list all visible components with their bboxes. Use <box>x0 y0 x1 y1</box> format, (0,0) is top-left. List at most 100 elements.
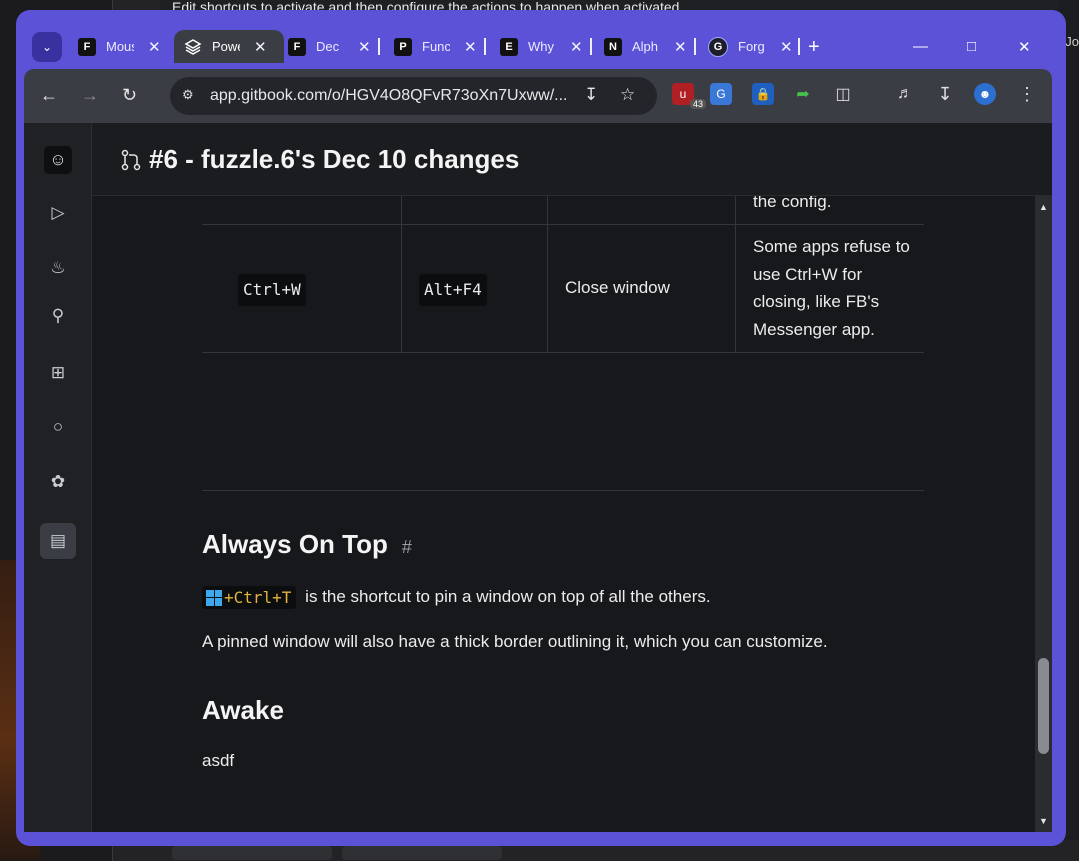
tab-separator <box>378 38 380 55</box>
profile-avatar[interactable]: ☻ <box>974 83 996 105</box>
minimize-icon[interactable]: — <box>913 38 928 55</box>
shortcut-code: Ctrl+W <box>238 274 306 306</box>
tab-title: Func <box>422 39 450 54</box>
table-cell-replacement: Alt+F4 <box>419 274 487 306</box>
paragraph-border: A pinned window will also have a thick b… <box>202 632 828 651</box>
shortcut-code: Alt+F4 <box>419 274 487 306</box>
table-divider <box>401 196 402 353</box>
table-row-border <box>202 352 924 353</box>
page-content: the config. Ctrl+W Alt+F4 Close window S… <box>92 196 1035 832</box>
scrollbar-thumb[interactable] <box>1038 658 1049 754</box>
close-icon[interactable]: ✕ <box>570 38 583 56</box>
tab-favicon: N <box>604 37 622 56</box>
tab-favicon: G <box>708 36 728 57</box>
table-cell-note: Some apps refuse to use Ctrl+W for closi… <box>753 237 910 339</box>
table-cell-default: Ctrl+W <box>238 274 306 306</box>
heading-always-on-top: Always On Top # <box>202 529 412 560</box>
tab-favicon: F <box>288 37 306 56</box>
ublock-extension-icon[interactable]: u 43 <box>672 83 707 109</box>
site-settings-icon[interactable]: ⚙ <box>182 87 198 103</box>
close-icon[interactable]: ✕ <box>358 38 371 56</box>
tab-why[interactable]: E Why ✕ <box>500 30 583 63</box>
tab-separator <box>798 38 800 55</box>
install-app-icon[interactable]: ↧ <box>584 85 598 105</box>
scroll-down-arrow-icon[interactable]: ▼ <box>1039 816 1048 826</box>
heading-anchor-link[interactable]: # <box>402 537 412 557</box>
paragraph-text: is the shortcut to pin a window on top o… <box>305 586 711 606</box>
maximize-icon[interactable]: □ <box>967 38 976 55</box>
scroll-up-arrow-icon[interactable]: ▲ <box>1039 202 1048 212</box>
sidebar-toggle-icon[interactable]: ▷ <box>40 195 76 231</box>
table-divider <box>547 196 548 353</box>
page-header: #6 - fuzzle.6's Dec 10 changes <box>92 123 1052 196</box>
reload-icon[interactable]: ↻ <box>122 85 137 106</box>
forward-arrow-icon[interactable]: → <box>81 85 99 106</box>
background-field <box>172 846 332 860</box>
tab-search-button[interactable]: ⌄ <box>32 32 62 62</box>
shield-icon: u <box>679 87 687 101</box>
globe-icon[interactable]: ○ <box>40 409 76 445</box>
left-sidebar: ☺ ▷ ♨ ⚲ ⊞ ○ ✿ ▤ <box>24 123 92 832</box>
tab-title: Mouse <box>106 39 134 54</box>
table-row-border <box>202 224 924 225</box>
tab-favicon: E <box>500 37 518 56</box>
table-divider <box>735 196 736 353</box>
tab-func[interactable]: P Func ✕ <box>394 30 477 63</box>
close-icon[interactable]: ✕ <box>148 38 161 56</box>
tab-mouse[interactable]: F Mouse ✕ <box>78 30 161 63</box>
tab-title: Alph <box>632 39 659 54</box>
shortcut-keys: +Ctrl+T <box>202 586 297 609</box>
download-icon[interactable]: ↧ <box>934 83 956 105</box>
apps-grid-icon[interactable]: ⊞ <box>40 355 76 391</box>
bell-icon[interactable]: ♨ <box>40 250 76 286</box>
media-controls-icon[interactable]: ♬ <box>894 83 916 105</box>
tab-separator <box>590 38 592 55</box>
tab-dec[interactable]: F Dec ✕ <box>288 30 371 63</box>
tab-title: Forg <box>738 39 765 54</box>
translate-extension-icon[interactable]: G <box>710 83 732 105</box>
arrow-extension-icon[interactable]: ➦ <box>792 83 814 105</box>
tab-separator <box>694 38 696 55</box>
close-icon[interactable]: ✕ <box>780 38 793 56</box>
tab-forg[interactable]: G Forg ✕ <box>708 30 793 63</box>
kebab-menu-icon[interactable]: ⋮ <box>1016 83 1038 105</box>
background-field <box>342 846 502 860</box>
book-icon[interactable]: ▤ <box>40 523 76 559</box>
puzzle-icon[interactable]: ✿ <box>40 464 76 500</box>
close-icon[interactable]: ✕ <box>674 38 687 56</box>
window-close-icon[interactable]: ✕ <box>1018 38 1031 56</box>
close-icon[interactable]: ✕ <box>464 38 477 56</box>
puzzle-extensions-icon[interactable]: ◫ <box>832 83 854 105</box>
tab-title: Dec <box>316 39 340 54</box>
tab-alph[interactable]: N Alph ✕ <box>604 30 687 63</box>
tab-title: Power <box>212 39 240 54</box>
url-text[interactable]: app.gitbook.com/o/HGV4O8QFvR73oXn7Uxww/.… <box>210 87 568 105</box>
search-icon[interactable]: ⚲ <box>40 298 76 334</box>
browser-toolbar: ← → ↻ ⚙ app.gitbook.com/o/HGV4O8QFvR73oX… <box>24 69 1052 123</box>
address-bar[interactable]: ⚙ app.gitbook.com/o/HGV4O8QFvR73oXn7Uxww… <box>170 77 657 115</box>
vertical-scrollbar[interactable]: ▲ ▼ <box>1035 196 1052 832</box>
section-divider <box>202 490 924 491</box>
layers-icon <box>184 38 202 56</box>
close-icon[interactable]: ✕ <box>254 38 267 56</box>
tab-separator <box>484 38 486 55</box>
organization-icon[interactable]: ☺ <box>44 146 72 174</box>
extension-badge: 43 <box>690 99 707 109</box>
table-cell-action: Close window <box>565 278 670 297</box>
tab-title: Why <box>528 39 554 54</box>
paragraph-awake: asdf <box>202 751 235 770</box>
tab-favicon: P <box>394 37 412 56</box>
heading-text: Always On Top <box>202 529 388 559</box>
star-icon[interactable]: ☆ <box>620 85 635 105</box>
lock-extension-icon[interactable]: 🔒 <box>752 83 774 105</box>
back-arrow-icon[interactable]: ← <box>40 85 58 106</box>
paragraph-shortcut: +Ctrl+T is the shortcut to pin a window … <box>202 586 711 609</box>
page-title: #6 - fuzzle.6's Dec 10 changes <box>149 144 520 174</box>
windows-logo-icon <box>206 589 222 606</box>
new-tab-plus-icon[interactable]: + <box>808 36 820 59</box>
background-window-fragment: Jo <box>1065 34 1079 49</box>
tab-favicon: F <box>78 37 96 56</box>
tab-strip: ⌄ F Mouse ✕ Power ✕ F Dec ✕ P Func ✕ E <box>16 10 1066 72</box>
tab-power[interactable]: Power ✕ <box>174 30 284 63</box>
gitbook-page: ☺ ▷ ♨ ⚲ ⊞ ○ ✿ ▤ #6 - fuzzle.6's Dec 10 c… <box>24 123 1052 832</box>
